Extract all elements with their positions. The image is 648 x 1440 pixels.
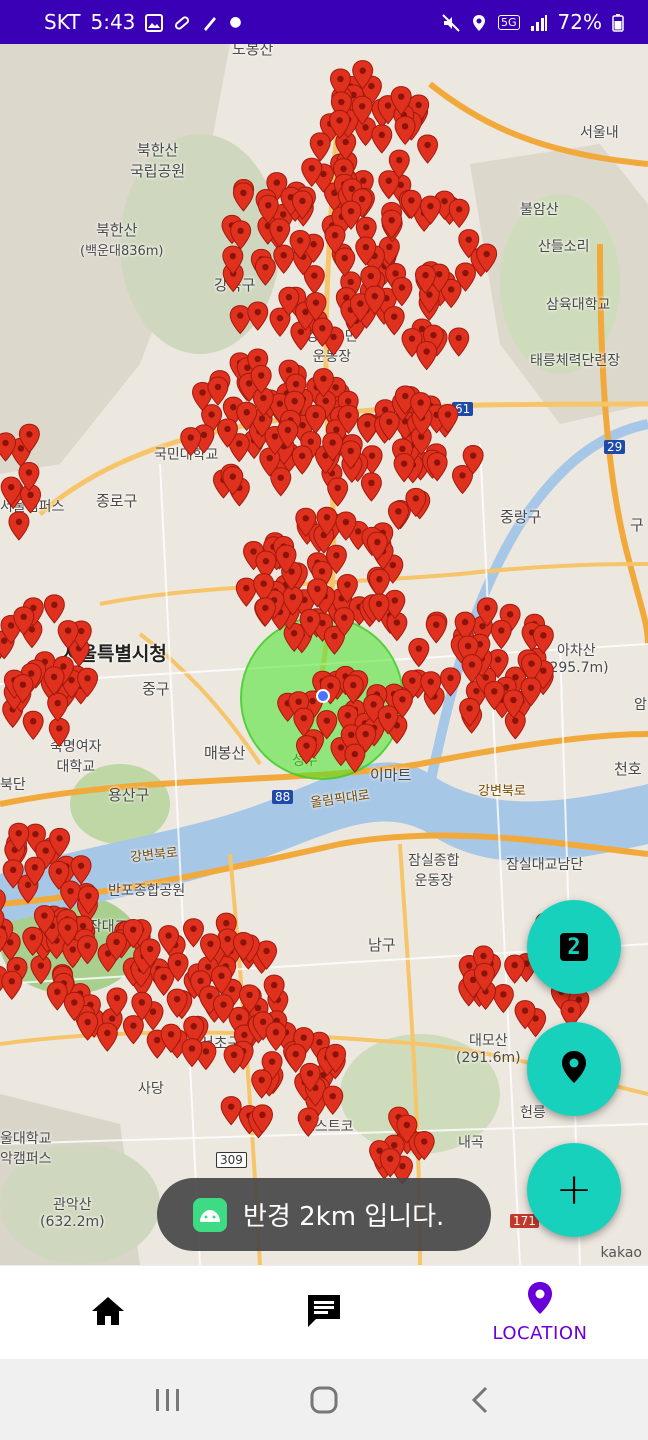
map-marker-pin[interactable]: [254, 256, 276, 286]
nav-location[interactable]: LOCATION: [432, 1266, 648, 1359]
page-count-button[interactable]: 2: [527, 900, 621, 994]
map-marker-pin[interactable]: [426, 452, 448, 482]
map-marker-pin[interactable]: [232, 182, 254, 212]
nav-chat[interactable]: [216, 1266, 432, 1359]
location-pin-icon: [561, 1050, 587, 1088]
location-nav-icon: [527, 1281, 553, 1319]
network-label: 5G: [498, 14, 520, 30]
chat-icon: [306, 1293, 342, 1333]
back-button[interactable]: [450, 1370, 510, 1430]
map-marker-pin[interactable]: [425, 614, 447, 644]
map-marker-pin[interactable]: [1, 970, 23, 1000]
battery-icon: [612, 13, 630, 32]
android-icon: [193, 1197, 227, 1232]
more-dot-icon: ●: [229, 14, 242, 30]
map-marker-pin[interactable]: [416, 341, 438, 371]
map-marker-pin[interactable]: [448, 198, 470, 229]
gallery-icon: [145, 13, 164, 32]
map-marker-pin[interactable]: [309, 132, 331, 162]
location-status-icon: [470, 13, 488, 31]
map-marker-pin[interactable]: [322, 1085, 344, 1115]
recents-icon: [156, 1388, 179, 1411]
home-icon: [90, 1295, 126, 1331]
map-marker-pin[interactable]: [76, 935, 98, 965]
current-location-dot: [316, 689, 330, 703]
map-marker-pin[interactable]: [344, 743, 366, 773]
map-marker-pin[interactable]: [48, 717, 70, 748]
map-marker-pin[interactable]: [297, 1107, 319, 1137]
map-attribution: kakao: [600, 1245, 642, 1261]
nav-location-label: LOCATION: [492, 1323, 588, 1344]
status-bar: SKT 5:43 ● 5G 72%: [0, 0, 648, 44]
map-marker-pin[interactable]: [230, 220, 252, 250]
map-marker-pin[interactable]: [371, 124, 393, 154]
map-marker-pin[interactable]: [368, 568, 390, 598]
mute-icon: [442, 13, 460, 32]
map-marker-pin[interactable]: [43, 594, 65, 624]
pill-icon: [173, 13, 191, 31]
map-marker-pin[interactable]: [229, 305, 251, 335]
back-chevron-icon: [471, 1386, 488, 1413]
nav-home[interactable]: [0, 1266, 216, 1359]
map-marker-pin[interactable]: [448, 327, 470, 357]
map-marker-pin[interactable]: [122, 1015, 144, 1045]
map-marker-pin[interactable]: [223, 1044, 245, 1074]
map-marker-pin[interactable]: [327, 477, 349, 507]
map-marker-pin[interactable]: [8, 511, 30, 541]
toast: 반경 2km 입니다.: [157, 1178, 491, 1251]
number-2-icon: 2: [560, 933, 588, 961]
map-marker-pin[interactable]: [417, 134, 439, 164]
map-marker-pin[interactable]: [394, 115, 416, 146]
map-marker-pin[interactable]: [383, 306, 405, 336]
map-marker-pin[interactable]: [47, 692, 69, 722]
map-marker-pin[interactable]: [492, 983, 514, 1014]
map-marker-pin[interactable]: [504, 954, 526, 984]
map-marker-pin[interactable]: [387, 500, 409, 531]
map-marker-pin[interactable]: [22, 710, 44, 740]
map-marker-pin[interactable]: [490, 619, 512, 650]
time-label: 5:43: [90, 10, 136, 34]
system-navigation-bar: [0, 1359, 648, 1440]
add-button[interactable]: +: [527, 1143, 621, 1237]
home-system-button[interactable]: [294, 1370, 354, 1430]
map-marker-pin[interactable]: [254, 597, 276, 627]
map-marker-pin[interactable]: [342, 674, 364, 704]
bottom-navigation: LOCATION: [0, 1265, 648, 1359]
plus-icon: +: [555, 1164, 593, 1215]
home-circle-icon: [310, 1386, 338, 1413]
map-marker-pin[interactable]: [30, 955, 52, 985]
map-marker-pin[interactable]: [180, 427, 202, 457]
map-marker-pin[interactable]: [408, 638, 430, 668]
signal-icon: [530, 13, 548, 31]
map-marker-pin[interactable]: [291, 445, 313, 475]
map-marker-pin[interactable]: [46, 981, 68, 1011]
map-marker-pin[interactable]: [360, 472, 382, 502]
recent-apps-button[interactable]: [138, 1370, 198, 1430]
my-location-button[interactable]: [527, 1022, 621, 1116]
map-marker-pin[interactable]: [96, 1022, 118, 1052]
map-marker-pin[interactable]: [70, 855, 92, 885]
map-marker-pin[interactable]: [381, 209, 403, 239]
carrier-label: SKT: [44, 10, 81, 34]
map-marker-pin[interactable]: [295, 735, 317, 765]
map-marker-pin[interactable]: [220, 1096, 242, 1126]
toast-message: 반경 2km 입니다.: [243, 1202, 445, 1232]
map-marker-pin[interactable]: [181, 1038, 203, 1068]
pen-icon: [201, 13, 219, 31]
map-marker-pin[interactable]: [247, 301, 269, 331]
map-marker-pin[interactable]: [273, 244, 295, 274]
battery-label: 72%: [557, 10, 602, 34]
